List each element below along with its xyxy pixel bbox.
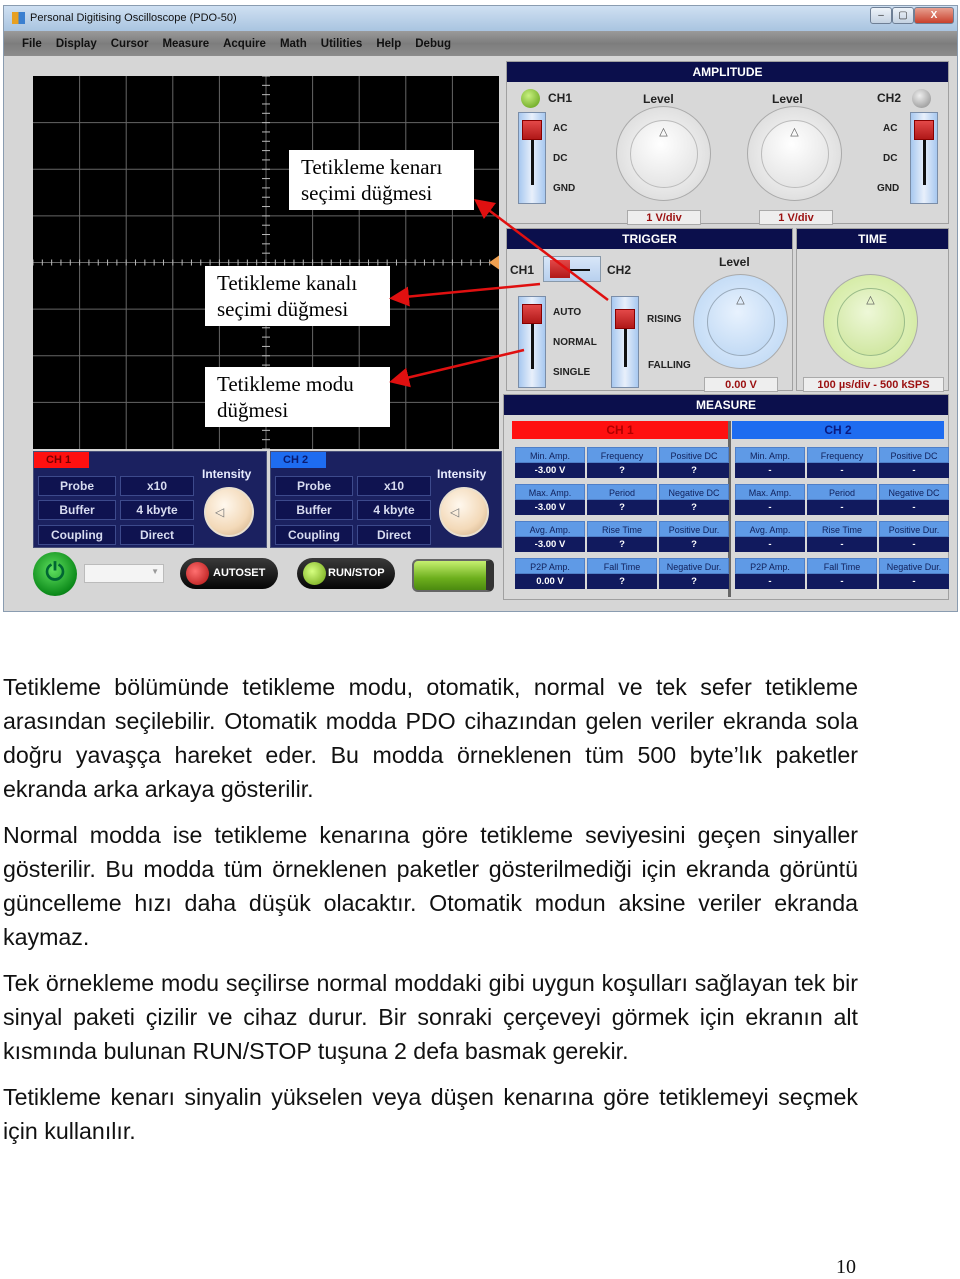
page-number: 10 <box>836 1256 856 1278</box>
paragraph: Normal modda ise tetikleme kenarına göre… <box>3 822 858 950</box>
paragraph: Tek örnekleme modu seçilirse normal modd… <box>3 970 858 1064</box>
arrow-edge <box>474 198 609 301</box>
paragraph: Tetikleme kenarı sinyalin yükselen veya … <box>3 1084 858 1144</box>
body-text: Tetikleme bölümünde tetikleme modu, otom… <box>3 670 858 1160</box>
arrow-channel <box>389 282 541 307</box>
callout-arrows <box>389 198 609 388</box>
arrow-mode <box>389 348 525 388</box>
paragraph: Tetikleme bölümünde tetikleme modu, otom… <box>3 674 858 802</box>
